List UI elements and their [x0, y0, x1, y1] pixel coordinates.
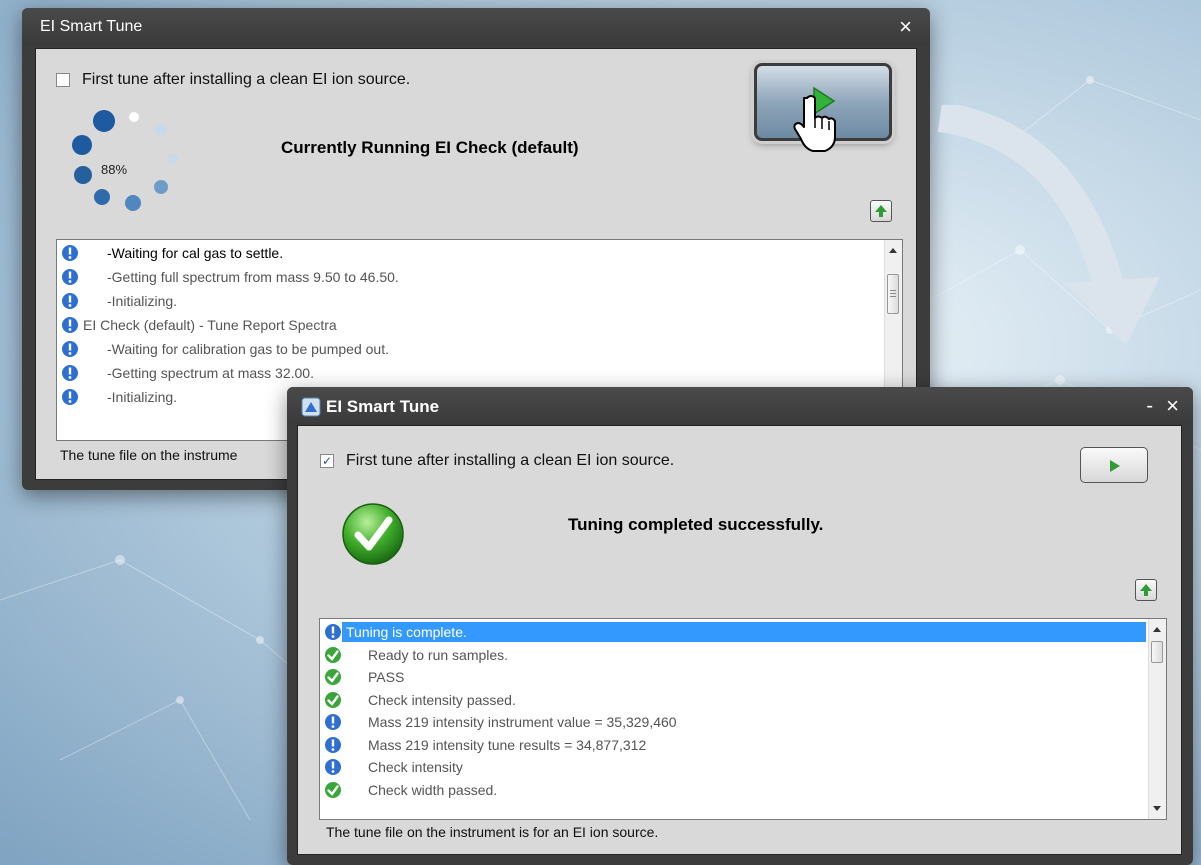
back-log-text: -Waiting for cal gas to settle. [107, 245, 284, 261]
front-log-text: Tuning is complete. [342, 622, 1146, 642]
back-log-row[interactable]: -Getting spectrum at mass 32.00. [61, 362, 882, 384]
info-icon [62, 293, 78, 309]
front-first-tune-checkbox[interactable]: ✓ [320, 454, 334, 468]
front-status-bar: The tune file on the instrument is for a… [326, 824, 659, 840]
play-icon [1110, 460, 1120, 472]
front-log-row[interactable]: Check intensity [324, 756, 1146, 778]
front-log-text: Mass 219 intensity instrument value = 35… [368, 714, 677, 730]
app-icon [301, 397, 321, 417]
back-log-row[interactable]: -Waiting for cal gas to settle. [61, 242, 882, 264]
front-log-row[interactable]: Tuning is complete. [324, 621, 1146, 643]
front-log-row[interactable]: Check width passed. [324, 779, 1146, 801]
front-log-text: PASS [368, 669, 405, 685]
front-log-scrollbar[interactable] [1148, 619, 1166, 819]
info-icon [325, 759, 341, 775]
scroll-down-arrow-icon[interactable] [1153, 806, 1161, 811]
back-window-close-button[interactable]: × [899, 14, 912, 40]
back-log-row[interactable]: -Waiting for calibration gas to be pumpe… [61, 338, 882, 360]
front-window-titlebar[interactable]: EI Smart Tune - × [287, 387, 1193, 425]
front-log-text: Check intensity [368, 759, 463, 775]
scroll-up-arrow-icon[interactable] [1153, 627, 1161, 632]
front-window-minimize-button[interactable]: - [1146, 395, 1153, 418]
check-icon [325, 669, 341, 685]
front-window: EI Smart Tune - × ✓ First tune after ins… [287, 387, 1193, 865]
transition-arrow-icon [937, 105, 1160, 345]
info-icon [62, 365, 78, 381]
check-icon [325, 646, 341, 663]
back-log-text: -Getting spectrum at mass 32.00. [107, 365, 314, 381]
info-icon [325, 736, 341, 753]
back-status-bar: The tune file on the instrume [60, 447, 238, 463]
back-window-titlebar[interactable]: EI Smart Tune × [22, 8, 930, 46]
front-log-row[interactable]: PASS [324, 666, 1146, 688]
front-log-scroll-thumb[interactable] [1151, 641, 1163, 663]
check-icon [325, 691, 341, 708]
info-icon [62, 245, 78, 261]
front-log-row[interactable]: Mass 219 intensity tune results = 34,877… [324, 734, 1146, 756]
back-log-text: -Initializing. [107, 389, 178, 405]
info-icon [62, 341, 78, 357]
front-window-title: EI Smart Tune [326, 397, 440, 416]
info-icon [62, 389, 78, 405]
front-window-close-button[interactable]: × [1166, 393, 1179, 419]
back-log-text: -Initializing. [107, 293, 178, 309]
scroll-up-arrow-icon[interactable] [889, 248, 897, 253]
info-icon [62, 317, 78, 333]
front-first-tune-label: First tune after installing a clean EI i… [346, 452, 675, 469]
info-icon [325, 624, 341, 640]
back-log-row[interactable]: -Initializing. [61, 290, 882, 312]
front-log-list[interactable]: Tuning is complete. Ready to run samples.… [319, 618, 1167, 820]
arrow-up-icon [1140, 584, 1152, 596]
back-collapse-button[interactable] [870, 200, 892, 222]
back-status-heading: Currently Running EI Check (default) [281, 138, 579, 157]
front-log-text: Mass 219 intensity tune results = 34,877… [368, 736, 647, 753]
run-button[interactable] [754, 63, 892, 152]
front-log-row[interactable]: Ready to run samples. [324, 644, 1146, 666]
progress-percent-text: 88% [101, 162, 128, 177]
check-icon [325, 781, 341, 798]
back-window-title: EI Smart Tune [40, 18, 143, 35]
front-log-text: Check width passed. [368, 781, 498, 798]
front-window-client: ✓ First tune after installing a clean EI… [297, 425, 1182, 855]
front-log-text: Check intensity passed. [368, 691, 516, 708]
front-log-text: Ready to run samples. [368, 646, 509, 663]
back-log-text: -Getting full spectrum from mass 9.50 to… [107, 269, 399, 285]
front-collapse-button[interactable] [1135, 579, 1157, 601]
success-check-icon [342, 503, 404, 565]
back-log-row[interactable]: -Getting full spectrum from mass 9.50 to… [61, 266, 882, 288]
info-icon [325, 714, 341, 730]
back-log-text: -Waiting for calibration gas to be pumpe… [107, 341, 389, 357]
back-log-text: EI Check (default) - Tune Report Spectra [83, 317, 337, 333]
hand-cursor-icon [793, 95, 836, 152]
back-log-scroll-thumb[interactable] [887, 274, 899, 314]
front-log-row[interactable]: Check intensity passed. [324, 689, 1146, 711]
front-log-row[interactable]: Mass 219 intensity instrument value = 35… [324, 711, 1146, 733]
back-first-tune-checkbox[interactable] [56, 73, 70, 87]
front-status-heading: Tuning completed successfully. [568, 515, 824, 534]
back-log-row[interactable]: EI Check (default) - Tune Report Spectra [61, 314, 882, 336]
back-first-tune-label: First tune after installing a clean EI i… [82, 71, 411, 88]
front-run-button[interactable] [1080, 447, 1148, 483]
info-icon [62, 269, 78, 285]
arrow-up-icon [875, 205, 887, 217]
